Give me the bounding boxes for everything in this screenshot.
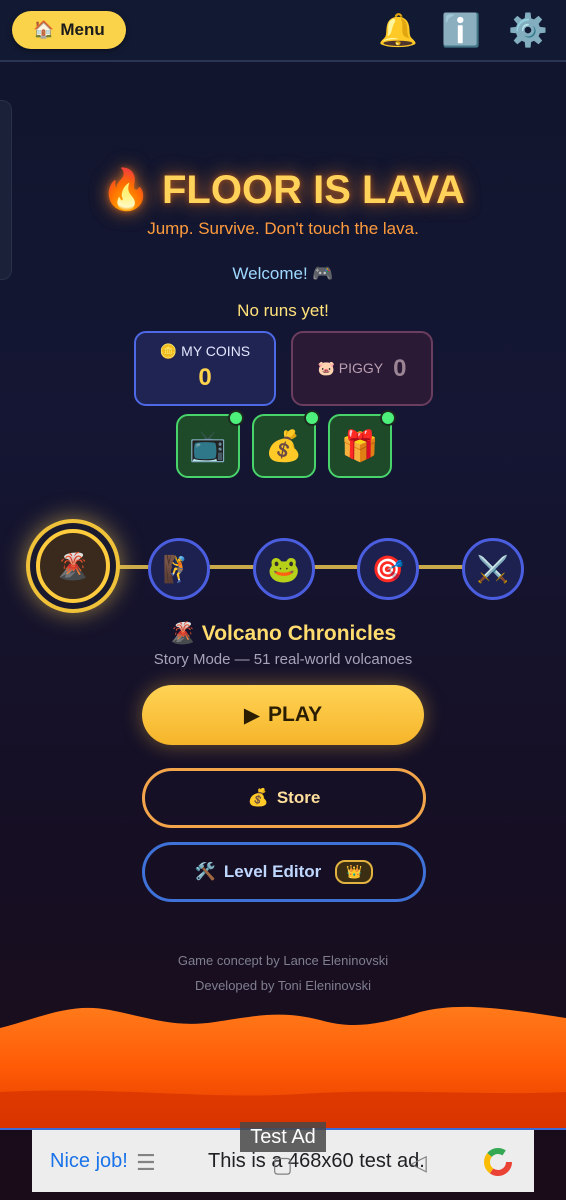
gear-icon[interactable]: ⚙️ [508, 12, 548, 48]
piggy-value: 0 [393, 354, 407, 382]
home-nav-icon: ▢ [272, 1152, 293, 1177]
play-icon: ▶ [243, 703, 261, 727]
mode-target[interactable]: 🎯 [357, 538, 419, 600]
selected-mode-description: Story Mode — 51 real-world volcanoes [153, 651, 413, 668]
piggy-bank-card[interactable]: 🐷 PIGGY 0 [291, 331, 433, 406]
info-icon[interactable]: ℹ️ [441, 12, 481, 48]
developer-credit: Developed by Toni Eleninovski [194, 978, 372, 993]
notification-dot [380, 410, 396, 426]
back-nav-icon: ◁ [410, 1150, 427, 1175]
runs-status: No runs yet! [237, 301, 329, 320]
welcome-text: Welcome! 🎮 [232, 264, 334, 283]
climber-icon: 🧗 [162, 553, 196, 584]
store-button[interactable]: 💰 Store [142, 768, 426, 828]
mode-battle[interactable]: ⚔️ [462, 538, 524, 600]
mode-frog[interactable]: 🐸 [253, 538, 315, 600]
premium-badge: 👑 [335, 860, 374, 884]
money-bag-reward-button[interactable]: 💰 [252, 410, 320, 478]
ad-logo-icon [484, 1148, 512, 1176]
volcano-icon: 🌋 [56, 550, 90, 581]
watch-ad-reward-button[interactable]: 📺 [176, 410, 244, 478]
notification-dot [228, 410, 244, 426]
selected-mode-title: 🌋 Volcano Chronicles [169, 622, 397, 645]
play-button[interactable]: ▶ PLAY [142, 685, 424, 745]
home-icon: 🏠 [33, 20, 55, 39]
bell-icon[interactable]: 🔔 [378, 12, 418, 48]
level-editor-button[interactable]: 🛠️ Level Editor 👑 [142, 842, 426, 902]
flame-icon: 🔥 [101, 168, 151, 212]
coins-card: 🪙 MY COINS 0 [134, 331, 276, 406]
coin-icon: 🪙 [159, 343, 178, 359]
lava-wave [0, 1006, 566, 1130]
frog-icon: 🐸 [267, 553, 301, 584]
play-label: PLAY [268, 703, 323, 726]
gift-icon: 🎁 [341, 429, 379, 463]
ad-text: This is a 468x60 test ad. [208, 1150, 425, 1172]
test-ad-label: Test Ad [240, 1122, 326, 1152]
ad-headline: Nice job! [50, 1150, 128, 1172]
top-bar: 🏠 Menu 🔔 ℹ️ ⚙️ [0, 0, 566, 62]
money-bag-icon: 💰 [265, 429, 303, 463]
menu-button[interactable]: 🏠 Menu [12, 11, 126, 49]
notification-dot [304, 410, 320, 426]
game-title: 🔥 FLOOR IS LAVA [0, 166, 566, 213]
title-text: FLOOR IS LAVA [161, 168, 465, 212]
tv-icon: 📺 [189, 429, 227, 463]
volcano-icon: 🌋 [169, 622, 196, 645]
crossed-swords-icon: ⚔️ [476, 553, 510, 584]
tools-icon: 🛠️ [194, 862, 216, 881]
crown-icon: 👑 [346, 864, 363, 879]
mode-climb[interactable]: 🧗 [148, 538, 210, 600]
tagline: Jump. Survive. Don't touch the lava. [147, 219, 419, 238]
piggy-label: 🐷 PIGGY [317, 360, 384, 376]
gift-reward-button[interactable]: 🎁 [328, 410, 396, 478]
store-label: Store [276, 788, 321, 807]
concept-credit: Game concept by Lance Eleninovski [177, 953, 389, 968]
pig-icon: 🐷 [317, 360, 335, 376]
recents-nav-icon: ☰ [136, 1150, 156, 1175]
mode-volcano[interactable]: 🌋 [36, 529, 110, 603]
menu-label: Menu [60, 20, 105, 39]
coins-value: 0 [198, 364, 212, 391]
coins-label: 🪙 MY COINS [159, 343, 251, 359]
money-bag-icon: 💰 [247, 788, 269, 807]
target-icon: 🎯 [371, 553, 405, 584]
level-editor-label: Level Editor [223, 862, 322, 881]
